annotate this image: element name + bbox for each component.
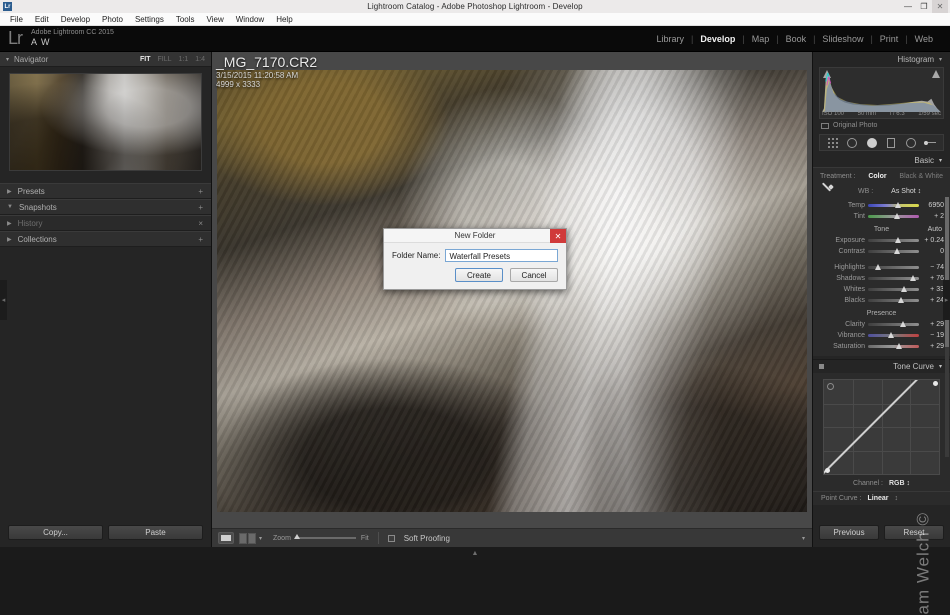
filmstrip-bar[interactable]: ▲ [0,547,950,560]
zoom-label: Zoom [273,534,291,542]
dialog-close-button[interactable]: ✕ [550,229,566,243]
compare-view-group[interactable]: ▾ [239,532,262,544]
cancel-button[interactable]: Cancel [510,268,558,282]
dialog-title-bar: New Folder ✕ [384,229,566,243]
zoom-slider[interactable] [293,534,356,539]
new-folder-dialog: New Folder ✕ Folder Name: Waterfall Pres… [383,228,567,290]
soft-proofing-label: Soft Proofing [403,533,450,543]
chevron-down-icon[interactable]: ▾ [259,535,262,542]
lightroom-window: Lr Lightroom Catalog - Adobe Photoshop L… [0,0,950,615]
create-button[interactable]: Create [455,268,503,282]
dialog-title: New Folder [454,231,496,240]
zoom-value: Fit [360,534,369,542]
folder-name-input[interactable]: Waterfall Presets [445,249,558,262]
soft-proofing-checkbox[interactable] [387,534,395,542]
modal-overlay: New Folder ✕ Folder Name: Waterfall Pres… [0,0,950,534]
dialog-buttons: Create Cancel [384,262,566,282]
toolbar-options-caret-icon[interactable]: ▾ [802,535,805,542]
dialog-body: Folder Name: Waterfall Presets [384,243,566,262]
folder-name-label: Folder Name: [392,251,441,260]
zoom-control[interactable]: Zoom Fit [273,534,369,542]
before-after-icon [239,532,247,544]
filmstrip-expand-arrow-icon[interactable]: ▲ [472,550,479,557]
before-after-icon [248,532,256,544]
zoom-slider-knob[interactable] [293,534,300,539]
